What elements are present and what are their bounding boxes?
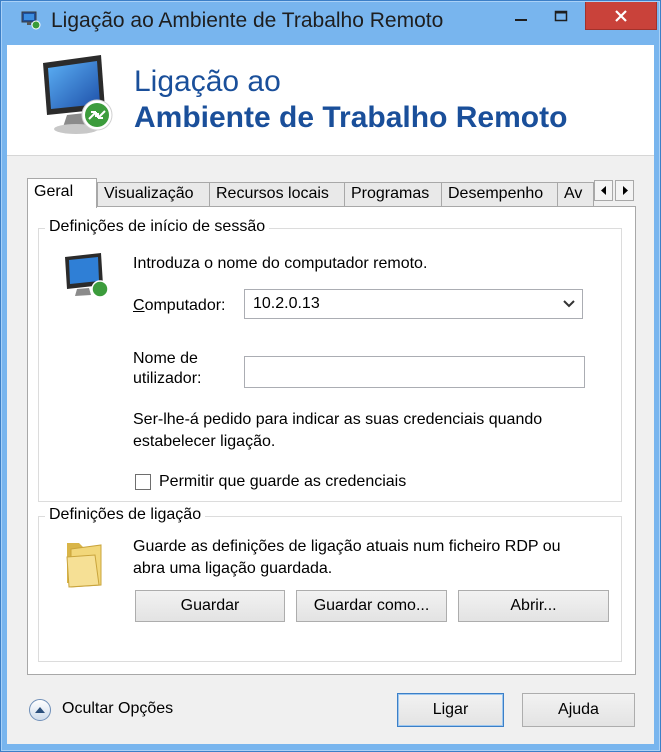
computer-value: 10.2.0.13 xyxy=(253,295,320,312)
tab-geral[interactable]: Geral xyxy=(27,178,97,208)
chevron-up-icon xyxy=(35,707,45,713)
triangle-left-icon xyxy=(600,186,606,195)
hide-options-label[interactable]: Ocultar Opções xyxy=(62,700,173,718)
rdp-window: Ligação ao Ambiente de Trabalho Remoto L… xyxy=(0,0,661,752)
logon-group-title: Definições de início de sessão xyxy=(45,218,270,236)
logon-settings-group: Definições de início de sessão Introduza… xyxy=(38,218,622,502)
tab-label: Geral xyxy=(34,183,74,200)
tab-scroll-left[interactable] xyxy=(594,180,613,201)
header-banner: Ligação ao Ambiente de Trabalho Remoto xyxy=(7,45,654,156)
tab-label: Av xyxy=(564,185,583,202)
computer-combobox[interactable]: 10.2.0.13 xyxy=(244,289,583,319)
computer-label-rest: omputador: xyxy=(144,297,226,314)
computer-label: Computador: xyxy=(133,297,226,314)
banner-title-line1: Ligação ao xyxy=(134,65,281,98)
tab-avancadas[interactable]: Av xyxy=(557,182,594,206)
close-icon xyxy=(615,9,627,22)
help-button[interactable]: Ajuda xyxy=(522,693,635,727)
minimize-button[interactable] xyxy=(501,2,541,30)
open-button[interactable]: Abrir... xyxy=(458,590,609,622)
remote-computer-icon xyxy=(43,55,113,134)
remote-desktop-app-icon xyxy=(21,11,41,30)
triangle-right-icon xyxy=(622,186,628,195)
chevron-down-icon xyxy=(563,300,575,308)
close-button[interactable] xyxy=(585,1,657,30)
client-area: Ligação ao Ambiente de Trabalho Remoto G… xyxy=(7,45,654,744)
hide-options-toggle[interactable] xyxy=(29,699,51,721)
username-field[interactable] xyxy=(244,356,585,388)
username-label-line2: utilizador: xyxy=(133,370,202,387)
tab-panel-geral: Definições de início de sessão Introduza… xyxy=(27,206,636,675)
username-label-line1: Nome de xyxy=(133,350,198,367)
folder-icon xyxy=(66,543,102,588)
tab-scroll-right[interactable] xyxy=(615,180,634,201)
connection-group-title: Definições de ligação xyxy=(45,506,206,524)
tab-recursos-locais[interactable]: Recursos locais xyxy=(209,182,345,206)
title-bar[interactable]: Ligação ao Ambiente de Trabalho Remoto xyxy=(1,1,660,43)
maximize-button[interactable] xyxy=(541,2,581,30)
connection-desc-line2: abra uma ligação guardada. xyxy=(133,560,333,577)
connection-settings-group: Definições de ligação Guarde as definiçõ… xyxy=(38,506,622,662)
computer-icon xyxy=(65,253,109,298)
tab-visualizacao[interactable]: Visualização xyxy=(97,182,210,206)
minimize-icon xyxy=(515,19,527,21)
tab-label: Programas xyxy=(351,185,430,202)
tab-programas[interactable]: Programas xyxy=(344,182,442,206)
save-button[interactable]: Guardar xyxy=(135,590,285,622)
maximize-icon xyxy=(554,10,568,22)
window-title: Ligação ao Ambiente de Trabalho Remoto xyxy=(51,9,444,32)
intro-text: Introduza o nome do computador remoto. xyxy=(133,255,428,272)
tab-desempenho[interactable]: Desempenho xyxy=(441,182,558,206)
save-credentials-checkbox[interactable] xyxy=(135,474,151,490)
tab-label: Recursos locais xyxy=(216,185,329,202)
tab-label: Visualização xyxy=(104,185,194,202)
tab-strip: Geral Visualização Recursos locais Progr… xyxy=(27,178,637,208)
tab-label: Desempenho xyxy=(448,185,544,202)
connect-button[interactable]: Ligar xyxy=(397,693,504,727)
credentials-note-line2: estabelecer ligação. xyxy=(133,433,276,450)
credentials-note-line1: Ser-lhe-á pedido para indicar as suas cr… xyxy=(133,411,543,428)
connection-desc-line1: Guarde as definições de ligação atuais n… xyxy=(133,538,561,555)
save-credentials-label[interactable]: Permitir que guarde as credenciais xyxy=(159,473,406,491)
banner-title-line2: Ambiente de Trabalho Remoto xyxy=(134,101,568,134)
save-as-button[interactable]: Guardar como... xyxy=(296,590,447,622)
